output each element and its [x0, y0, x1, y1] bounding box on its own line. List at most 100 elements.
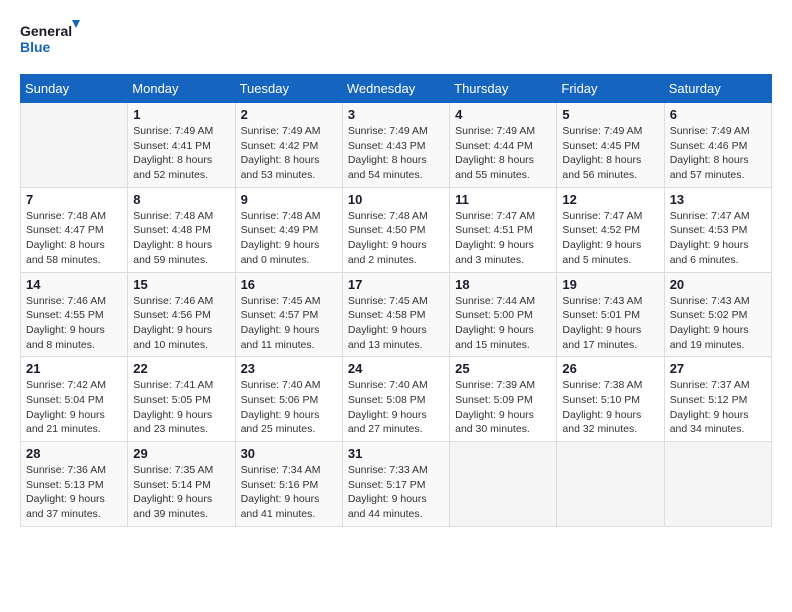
day-info: Sunrise: 7:49 AMSunset: 4:44 PMDaylight:… — [455, 124, 551, 183]
calendar-cell: 4Sunrise: 7:49 AMSunset: 4:44 PMDaylight… — [450, 103, 557, 188]
calendar-cell: 9 Sunrise: 7:48 AMSunset: 4:49 PMDaylight… — [235, 187, 342, 272]
page-header: General Blue — [20, 20, 772, 64]
calendar-cell: 26 Sunrise: 7:38 AMSunset: 5:10 PMDayligh… — [557, 357, 664, 442]
svg-text:Blue: Blue — [20, 39, 51, 55]
day-info: Sunrise: 7:43 AMSunset: 5:02 PMDaylight:… — [670, 294, 766, 353]
day-number: 26 — [562, 361, 658, 376]
day-number: 31 — [348, 446, 444, 461]
calendar-table: SundayMondayTuesdayWednesdayThursdayFrid… — [20, 74, 772, 527]
calendar-cell: 8 Sunrise: 7:48 AMSunset: 4:48 PMDaylight… — [128, 187, 235, 272]
day-number: 16 — [241, 277, 337, 292]
day-number: 20 — [670, 277, 766, 292]
day-number: 3 — [348, 107, 444, 122]
weekday-header: Tuesday — [235, 75, 342, 103]
day-number: 12 — [562, 192, 658, 207]
calendar-cell: 14 Sunrise: 7:46 AMSunset: 4:55 PMDayligh… — [21, 272, 128, 357]
logo-svg: General Blue — [20, 20, 80, 64]
day-number: 18 — [455, 277, 551, 292]
weekday-header: Monday — [128, 75, 235, 103]
day-number: 8 — [133, 192, 229, 207]
calendar-cell: 23 Sunrise: 7:40 AMSunset: 5:06 PMDayligh… — [235, 357, 342, 442]
calendar-cell: 17Sunrise: 7:45 AMSunset: 4:58 PMDayligh… — [342, 272, 449, 357]
day-number: 24 — [348, 361, 444, 376]
day-info: Sunrise: 7:46 AMSunset: 4:55 PMDaylight:… — [26, 294, 122, 353]
day-info: Sunrise: 7:33 AMSunset: 5:17 PMDaylight:… — [348, 463, 444, 522]
calendar-cell: 5 Sunrise: 7:49 AMSunset: 4:45 PMDaylight… — [557, 103, 664, 188]
calendar-cell: 31 Sunrise: 7:33 AMSunset: 5:17 PMDayligh… — [342, 442, 449, 527]
day-number: 23 — [241, 361, 337, 376]
day-info: Sunrise: 7:42 AMSunset: 5:04 PMDaylight:… — [26, 378, 122, 437]
weekday-header: Saturday — [664, 75, 771, 103]
calendar-cell — [557, 442, 664, 527]
day-info: Sunrise: 7:45 AMSunset: 4:57 PMDaylight:… — [241, 294, 337, 353]
svg-text:General: General — [20, 23, 72, 39]
day-number: 30 — [241, 446, 337, 461]
day-number: 10 — [348, 192, 444, 207]
calendar-cell: 18 Sunrise: 7:44 AMSunset: 5:00 PMDayligh… — [450, 272, 557, 357]
day-info: Sunrise: 7:49 AMSunset: 4:41 PMDaylight:… — [133, 124, 229, 183]
day-number: 11 — [455, 192, 551, 207]
calendar-cell: 19Sunrise: 7:43 AMSunset: 5:01 PMDayligh… — [557, 272, 664, 357]
day-info: Sunrise: 7:41 AMSunset: 5:05 PMDaylight:… — [133, 378, 229, 437]
day-number: 17 — [348, 277, 444, 292]
calendar-cell: 22 Sunrise: 7:41 AMSunset: 5:05 PMDayligh… — [128, 357, 235, 442]
calendar-cell — [664, 442, 771, 527]
day-number: 14 — [26, 277, 122, 292]
day-number: 5 — [562, 107, 658, 122]
day-info: Sunrise: 7:49 AMSunset: 4:43 PMDaylight:… — [348, 124, 444, 183]
calendar-cell — [450, 442, 557, 527]
calendar-cell: 30 Sunrise: 7:34 AMSunset: 5:16 PMDayligh… — [235, 442, 342, 527]
weekday-header: Thursday — [450, 75, 557, 103]
day-number: 13 — [670, 192, 766, 207]
day-number: 27 — [670, 361, 766, 376]
day-info: Sunrise: 7:44 AMSunset: 5:00 PMDaylight:… — [455, 294, 551, 353]
calendar-week-row: 7 Sunrise: 7:48 AMSunset: 4:47 PMDaylight… — [21, 187, 772, 272]
calendar-cell: 21Sunrise: 7:42 AMSunset: 5:04 PMDayligh… — [21, 357, 128, 442]
calendar-cell: 16 Sunrise: 7:45 AMSunset: 4:57 PMDayligh… — [235, 272, 342, 357]
calendar-cell — [21, 103, 128, 188]
calendar-cell: 13 Sunrise: 7:47 AMSunset: 4:53 PMDayligh… — [664, 187, 771, 272]
day-number: 2 — [241, 107, 337, 122]
calendar-cell: 15Sunrise: 7:46 AMSunset: 4:56 PMDayligh… — [128, 272, 235, 357]
calendar-cell: 3 Sunrise: 7:49 AMSunset: 4:43 PMDaylight… — [342, 103, 449, 188]
day-number: 28 — [26, 446, 122, 461]
day-info: Sunrise: 7:48 AMSunset: 4:50 PMDaylight:… — [348, 209, 444, 268]
day-number: 29 — [133, 446, 229, 461]
logo: General Blue — [20, 20, 80, 64]
day-info: Sunrise: 7:47 AMSunset: 4:53 PMDaylight:… — [670, 209, 766, 268]
day-info: Sunrise: 7:48 AMSunset: 4:47 PMDaylight:… — [26, 209, 122, 268]
day-number: 22 — [133, 361, 229, 376]
day-info: Sunrise: 7:40 AMSunset: 5:08 PMDaylight:… — [348, 378, 444, 437]
calendar-header-row: SundayMondayTuesdayWednesdayThursdayFrid… — [21, 75, 772, 103]
day-info: Sunrise: 7:47 AMSunset: 4:51 PMDaylight:… — [455, 209, 551, 268]
day-info: Sunrise: 7:34 AMSunset: 5:16 PMDaylight:… — [241, 463, 337, 522]
day-info: Sunrise: 7:48 AMSunset: 4:48 PMDaylight:… — [133, 209, 229, 268]
day-number: 7 — [26, 192, 122, 207]
day-info: Sunrise: 7:40 AMSunset: 5:06 PMDaylight:… — [241, 378, 337, 437]
calendar-cell: 27 Sunrise: 7:37 AMSunset: 5:12 PMDayligh… — [664, 357, 771, 442]
day-info: Sunrise: 7:39 AMSunset: 5:09 PMDaylight:… — [455, 378, 551, 437]
day-info: Sunrise: 7:37 AMSunset: 5:12 PMDaylight:… — [670, 378, 766, 437]
day-info: Sunrise: 7:47 AMSunset: 4:52 PMDaylight:… — [562, 209, 658, 268]
day-info: Sunrise: 7:48 AMSunset: 4:49 PMDaylight:… — [241, 209, 337, 268]
day-info: Sunrise: 7:49 AMSunset: 4:46 PMDaylight:… — [670, 124, 766, 183]
day-info: Sunrise: 7:43 AMSunset: 5:01 PMDaylight:… — [562, 294, 658, 353]
calendar-week-row: 1 Sunrise: 7:49 AMSunset: 4:41 PMDaylight… — [21, 103, 772, 188]
day-info: Sunrise: 7:36 AMSunset: 5:13 PMDaylight:… — [26, 463, 122, 522]
calendar-cell: 2 Sunrise: 7:49 AMSunset: 4:42 PMDaylight… — [235, 103, 342, 188]
day-number: 9 — [241, 192, 337, 207]
calendar-cell: 1 Sunrise: 7:49 AMSunset: 4:41 PMDaylight… — [128, 103, 235, 188]
day-number: 6 — [670, 107, 766, 122]
day-number: 1 — [133, 107, 229, 122]
day-info: Sunrise: 7:35 AMSunset: 5:14 PMDaylight:… — [133, 463, 229, 522]
calendar-cell: 28 Sunrise: 7:36 AMSunset: 5:13 PMDayligh… — [21, 442, 128, 527]
day-number: 25 — [455, 361, 551, 376]
calendar-cell: 20 Sunrise: 7:43 AMSunset: 5:02 PMDayligh… — [664, 272, 771, 357]
calendar-cell: 29 Sunrise: 7:35 AMSunset: 5:14 PMDayligh… — [128, 442, 235, 527]
day-info: Sunrise: 7:49 AMSunset: 4:42 PMDaylight:… — [241, 124, 337, 183]
day-info: Sunrise: 7:49 AMSunset: 4:45 PMDaylight:… — [562, 124, 658, 183]
calendar-week-row: 21Sunrise: 7:42 AMSunset: 5:04 PMDayligh… — [21, 357, 772, 442]
day-number: 15 — [133, 277, 229, 292]
calendar-cell: 25 Sunrise: 7:39 AMSunset: 5:09 PMDayligh… — [450, 357, 557, 442]
day-info: Sunrise: 7:38 AMSunset: 5:10 PMDaylight:… — [562, 378, 658, 437]
